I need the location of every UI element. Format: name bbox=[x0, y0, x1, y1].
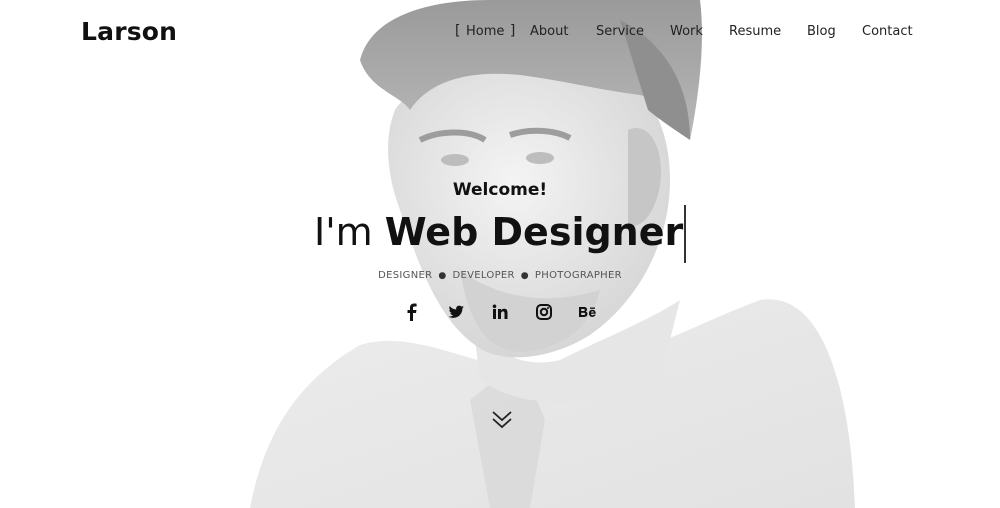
skill-designer: DESIGNER bbox=[378, 270, 433, 281]
hero-skills: DESIGNER ● DEVELOPER ● PHOTOGRAPHER bbox=[0, 270, 1000, 281]
nav-item-resume[interactable]: Resume bbox=[729, 24, 781, 39]
typing-caret bbox=[684, 205, 686, 263]
nav-item-service[interactable]: Service bbox=[596, 24, 644, 39]
hero-welcome: Welcome! bbox=[452, 180, 548, 200]
headline-role: Web Designer bbox=[384, 210, 684, 254]
main-nav: Home About Service Work Resume Blog Cont… bbox=[0, 23, 1000, 44]
headline-prefix: I'm bbox=[314, 210, 385, 254]
instagram-icon[interactable] bbox=[532, 302, 556, 322]
nav-item-about[interactable]: About bbox=[530, 24, 568, 39]
nav-item-work[interactable]: Work bbox=[670, 24, 703, 39]
social-links bbox=[0, 302, 1000, 322]
facebook-icon[interactable] bbox=[400, 302, 424, 322]
twitter-icon[interactable] bbox=[444, 302, 468, 322]
nav-item-home[interactable]: Home bbox=[455, 23, 516, 39]
skill-separator: ● bbox=[438, 271, 447, 281]
skill-separator: ● bbox=[520, 271, 529, 281]
linkedin-icon[interactable] bbox=[488, 302, 512, 322]
double-chevron-down-icon[interactable] bbox=[490, 408, 514, 432]
hero-headline: I'm Web Designer bbox=[314, 210, 683, 260]
nav-item-blog[interactable]: Blog bbox=[807, 24, 836, 39]
skill-photographer: PHOTOGRAPHER bbox=[534, 270, 622, 281]
skill-developer: DEVELOPER bbox=[452, 270, 515, 281]
nav-item-contact[interactable]: Contact bbox=[862, 24, 913, 39]
behance-icon[interactable] bbox=[576, 302, 600, 322]
site-header: Larson Home About Service Work Resume Bl… bbox=[0, 0, 1000, 64]
